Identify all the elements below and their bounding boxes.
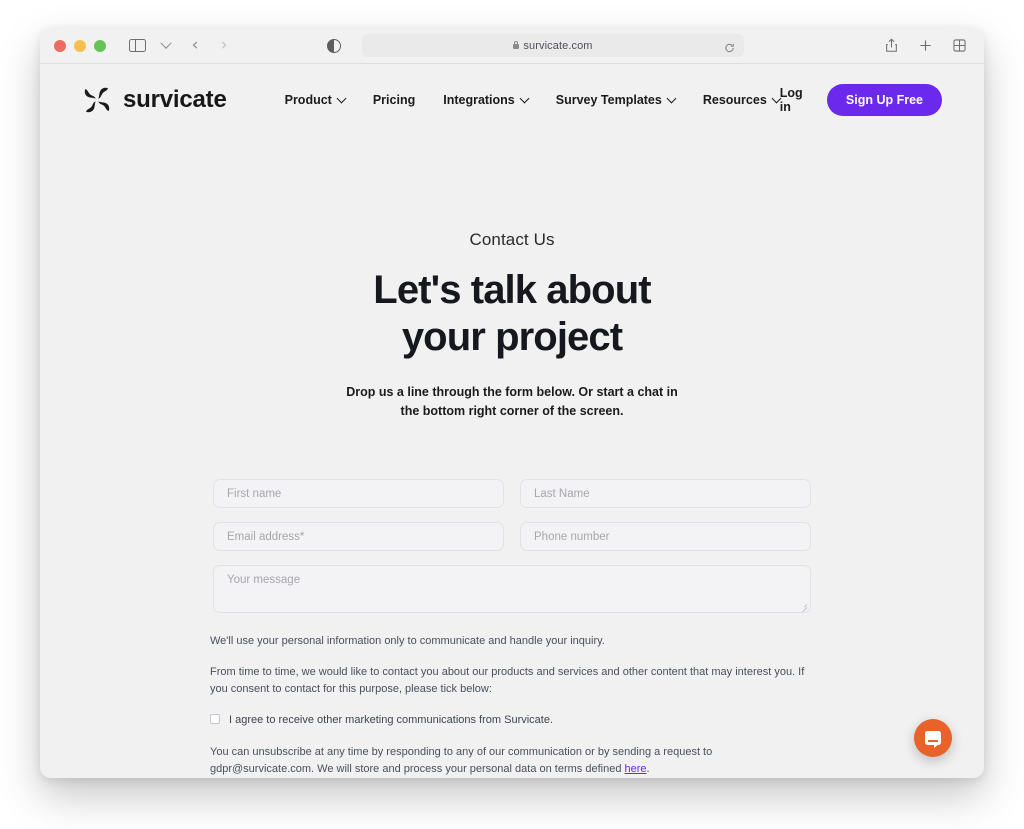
subtitle-line-1: Drop us a line through the form below. O…: [346, 384, 678, 399]
contrast-icon: [327, 38, 341, 53]
window-controls: [54, 39, 106, 52]
back-button[interactable]: ‹: [182, 34, 208, 58]
toolbar-left-controls: ‹ ›: [124, 34, 237, 58]
legal-section: We'll use your personal information only…: [210, 633, 814, 777]
address-bar-container: survicate.com: [362, 34, 744, 57]
marketing-consent-checkbox[interactable]: [210, 714, 220, 725]
survicate-logo-icon: [84, 87, 110, 113]
brand-name: survicate: [123, 86, 227, 113]
page-subtitle: Drop us a line through the form below. O…: [40, 383, 984, 422]
minimize-window-button[interactable]: [74, 39, 86, 52]
nav-label: Product: [284, 93, 332, 107]
site-header: survicate Product Pricing Integrations S…: [40, 64, 984, 136]
browser-toolbar: ‹ › survicate.com: [40, 28, 984, 64]
hero-section: Contact Us Let's talk about your project…: [40, 230, 984, 421]
new-tab-button[interactable]: [912, 34, 938, 58]
main-navigation: Product Pricing Integrations Survey Temp…: [284, 93, 782, 107]
sidebar-options-button[interactable]: [153, 34, 179, 58]
nav-item-survey-templates[interactable]: Survey Templates: [555, 93, 677, 107]
toolbar-right-controls: [878, 28, 972, 63]
nav-item-integrations[interactable]: Integrations: [443, 93, 530, 107]
reload-button[interactable]: [724, 40, 735, 52]
last-name-input[interactable]: Last Name: [520, 479, 811, 509]
tab-overview-button[interactable]: [946, 34, 972, 58]
subtitle-line-2: the bottom right corner of the screen.: [400, 403, 624, 418]
sidebar-icon: [128, 38, 146, 53]
marketing-consent-row[interactable]: I agree to receive other marketing commu…: [210, 712, 814, 729]
phone-input[interactable]: Phone number: [520, 522, 811, 552]
unsubscribe-note: You can unsubscribe at any time by respo…: [210, 744, 814, 778]
page-content: survicate Product Pricing Integrations S…: [40, 64, 984, 778]
nav-label: Integrations: [443, 93, 515, 107]
header-actions: Log in Sign Up Free: [780, 84, 942, 116]
marketing-consent-label: I agree to receive other marketing commu…: [229, 714, 554, 727]
login-link[interactable]: Log in: [780, 86, 809, 114]
forward-button[interactable]: ›: [211, 34, 237, 58]
privacy-note: We'll use your personal information only…: [210, 635, 605, 648]
address-bar-url: survicate.com: [523, 39, 593, 52]
signup-button[interactable]: Sign Up Free: [826, 84, 942, 116]
chevron-down-icon: [336, 93, 347, 104]
consent-note: From time to time, we would like to cont…: [210, 666, 805, 696]
chat-bubble-line: [928, 740, 938, 742]
chevron-down-icon: [666, 93, 677, 104]
contact-form: First name Last Name Email address* Phon…: [213, 479, 811, 614]
nav-item-pricing[interactable]: Pricing: [373, 93, 415, 107]
first-name-input[interactable]: First name: [213, 479, 504, 509]
terms-link[interactable]: here: [625, 763, 647, 775]
nav-item-resources[interactable]: Resources: [702, 93, 782, 107]
headline-line-2: your project: [401, 314, 623, 359]
headline-line-1: Let's talk about: [373, 268, 651, 312]
lock-icon: [513, 40, 520, 49]
browser-window: ‹ › survicate.com survicate Product Pric…: [40, 28, 984, 778]
address-bar-content: survicate.com: [513, 40, 592, 52]
chevron-down-icon: [519, 93, 530, 104]
close-window-button[interactable]: [54, 39, 66, 52]
brand-logo[interactable]: survicate: [82, 85, 227, 115]
chevron-down-icon: [160, 37, 172, 49]
nav-label: Resources: [702, 93, 767, 107]
share-button[interactable]: [878, 34, 904, 58]
address-bar[interactable]: survicate.com: [362, 34, 744, 57]
appearance-contrast-button[interactable]: [321, 34, 347, 58]
nav-item-product[interactable]: Product: [284, 93, 347, 107]
nav-label: Survey Templates: [555, 93, 662, 107]
page-title: Let's talk about your project: [40, 267, 984, 361]
nav-label: Pricing: [372, 93, 416, 107]
chat-bubble-icon: [925, 731, 941, 748]
reader-controls: [321, 34, 347, 58]
maximize-window-button[interactable]: [94, 39, 106, 52]
resize-handle[interactable]: [800, 602, 807, 609]
form-row-message: Your message: [213, 565, 811, 614]
sidebar-toggle-button[interactable]: [124, 34, 150, 58]
intercom-chat-launcher[interactable]: [914, 719, 952, 757]
message-placeholder: Your message: [227, 574, 301, 587]
chevron-right-icon: ›: [220, 35, 228, 55]
chevron-left-icon: ‹: [191, 35, 199, 55]
form-row-contact: Email address* Phone number: [213, 522, 811, 552]
form-row-name: First name Last Name: [213, 479, 811, 509]
unsubscribe-period: .: [646, 762, 650, 775]
message-textarea[interactable]: Your message: [213, 565, 811, 614]
page-eyebrow: Contact Us: [469, 230, 555, 249]
email-input[interactable]: Email address*: [213, 522, 504, 552]
